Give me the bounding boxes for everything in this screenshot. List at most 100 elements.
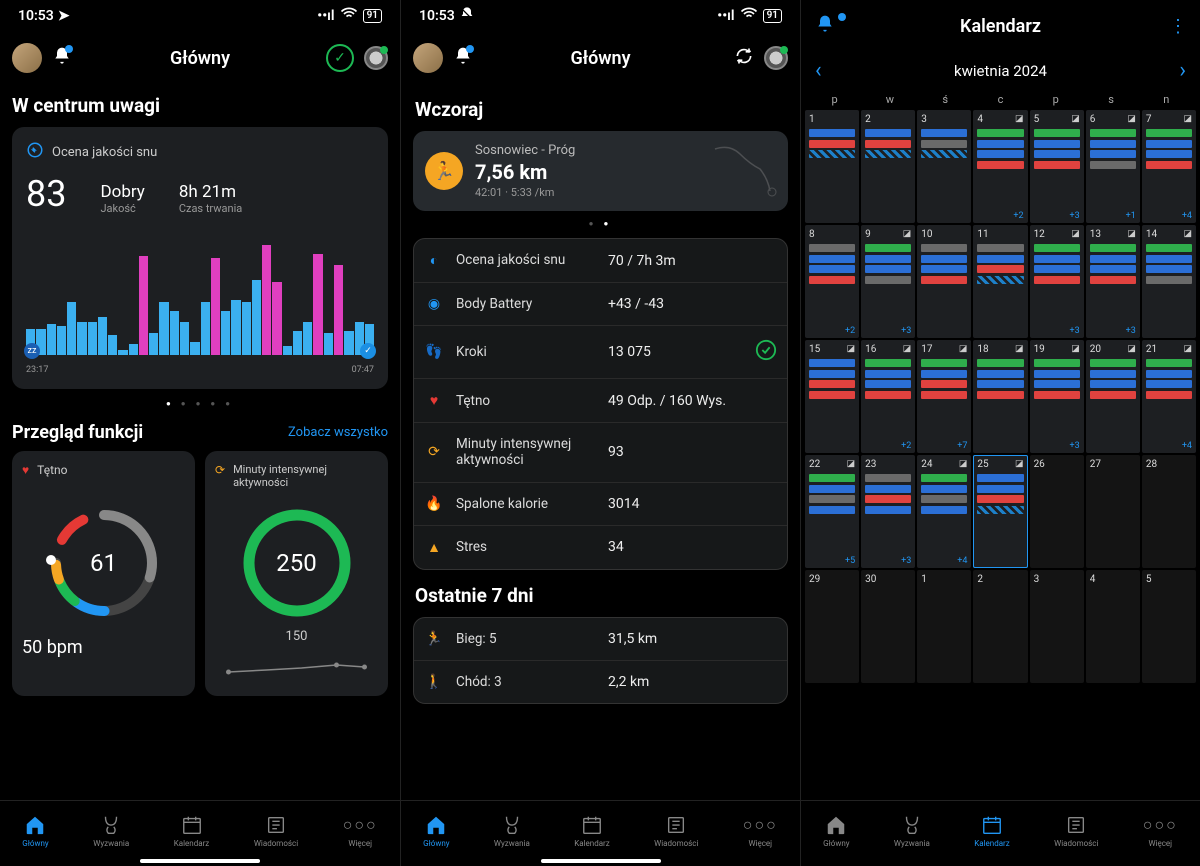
- top-nav: Główny ✓: [0, 32, 400, 84]
- activity-bar: [977, 244, 1023, 252]
- activity-bar: [1034, 380, 1080, 388]
- calendar-day-22[interactable]: 22◪+5: [805, 455, 859, 568]
- calendar-day-28[interactable]: 28: [1142, 455, 1196, 568]
- heart-rate-card[interactable]: ♥ Tętno 61 50 bpm: [12, 451, 195, 696]
- menu-button[interactable]: ⋮: [1156, 16, 1186, 37]
- avatar[interactable]: [12, 43, 42, 73]
- calendar-day-9[interactable]: 9◪+3: [861, 225, 915, 338]
- prev-month-button[interactable]: ‹: [815, 58, 822, 83]
- calendar-day-12[interactable]: 12◪+3: [1030, 225, 1084, 338]
- calendar-day-4[interactable]: 4: [1086, 570, 1140, 683]
- calendar-day-18[interactable]: 18◪: [973, 340, 1027, 453]
- status-time: 10:53: [419, 8, 455, 24]
- activity-bar: [1034, 370, 1080, 378]
- tab-więcej[interactable]: ○○○Więcej: [743, 814, 778, 848]
- calendar-day-5[interactable]: 5◪+3: [1030, 110, 1084, 223]
- avatar[interactable]: [413, 43, 443, 73]
- calendar-day-24[interactable]: 24◪+4: [917, 455, 971, 568]
- sleep-bar: [159, 302, 168, 355]
- calendar-day-23[interactable]: 23+3: [861, 455, 915, 568]
- calendar-day-30[interactable]: 30: [861, 570, 915, 683]
- stat-value: 2,2 km: [608, 674, 649, 690]
- stat-value: 13 075: [608, 344, 651, 360]
- see-all-link[interactable]: Zobacz wszystko: [288, 425, 388, 440]
- tab-kalendarz[interactable]: Kalendarz: [574, 814, 610, 848]
- tab-główny[interactable]: Główny: [823, 814, 849, 848]
- activity-bar: [977, 161, 1023, 169]
- tab-więcej[interactable]: ○○○Więcej: [343, 814, 378, 848]
- stat-label: Minuty intensywnej aktywności: [456, 436, 596, 468]
- activity-bar: [921, 474, 967, 482]
- tab-bar: Główny Wyzwania Kalendarz Wiadomości ○○○Więc…: [801, 800, 1200, 856]
- tab-kalendarz[interactable]: Kalendarz: [974, 814, 1010, 848]
- calendar-day-3[interactable]: 3: [917, 110, 971, 223]
- tab-wyzwania[interactable]: Wyzwania: [93, 814, 129, 848]
- carousel-dots[interactable]: ● ● ● ● ●: [12, 399, 388, 408]
- notifications-button[interactable]: [52, 46, 72, 70]
- stat-row-steps[interactable]: 👣Kroki13 075: [414, 326, 787, 379]
- stat-row-fire[interactable]: 🔥Spalone kalorie3014: [414, 483, 787, 526]
- stat-row-stress[interactable]: ▲Stres34: [414, 526, 787, 569]
- notifications-button[interactable]: [815, 14, 845, 38]
- tab-wyzwania[interactable]: Wyzwania: [894, 814, 930, 848]
- heart-icon: ♥: [22, 463, 29, 477]
- device-button[interactable]: [764, 46, 788, 70]
- calendar-day-21[interactable]: 21◪+4: [1142, 340, 1196, 453]
- calendar-day-1[interactable]: 1: [917, 570, 971, 683]
- calendar-day-20[interactable]: 20◪: [1086, 340, 1140, 453]
- stat-row-intensity[interactable]: ⟳Minuty intensywnej aktywności93: [414, 423, 787, 482]
- next-month-button[interactable]: ›: [1179, 58, 1186, 83]
- home-indicator: [541, 859, 661, 863]
- day-number: 6: [1090, 114, 1096, 125]
- sync-button[interactable]: [734, 46, 754, 70]
- tab-główny[interactable]: Główny: [22, 814, 48, 848]
- calendar-day-29[interactable]: 29: [805, 570, 859, 683]
- tab-kalendarz[interactable]: Kalendarz: [174, 814, 210, 848]
- calendar-day-16[interactable]: 16◪+2: [861, 340, 915, 453]
- activity-card[interactable]: 🏃 Sosnowiec - Próg 7,56 km 42:01 · 5:33 …: [413, 131, 788, 211]
- calendar-day-3[interactable]: 3: [1030, 570, 1084, 683]
- workout-badge-icon: ◪: [959, 344, 968, 354]
- stat-row-sleep[interactable]: ◐Ocena jakości snu70 / 7h 3m: [414, 239, 787, 283]
- sleep-card[interactable]: Ocena jakości snu 83 Dobry Jakość 8h 21m…: [12, 127, 388, 389]
- calendar-day-17[interactable]: 17◪+7: [917, 340, 971, 453]
- calendar-day-2[interactable]: 2: [973, 570, 1027, 683]
- calendar-day-19[interactable]: 19◪+3: [1030, 340, 1084, 453]
- calendar-day-4[interactable]: 4◪+2: [973, 110, 1027, 223]
- tab-więcej[interactable]: ○○○Więcej: [1143, 814, 1178, 848]
- calendar-day-14[interactable]: 14◪: [1142, 225, 1196, 338]
- carousel-dots[interactable]: ● ●: [413, 219, 788, 228]
- calendar-day-25[interactable]: 25◪: [973, 455, 1027, 568]
- stat-row-battery[interactable]: ◉Body Battery+43 / -43: [414, 283, 787, 326]
- hr-card-title: Tętno: [37, 463, 67, 477]
- calendar-day-26[interactable]: 26: [1030, 455, 1084, 568]
- calendar-day-13[interactable]: 13◪+3: [1086, 225, 1140, 338]
- device-button[interactable]: [364, 46, 388, 70]
- tab-wyzwania[interactable]: Wyzwania: [494, 814, 530, 848]
- tab-wiadomości[interactable]: Wiadomości: [654, 814, 698, 848]
- stat-row-heart[interactable]: ♥Tętno49 Odp. / 160 Wys.: [414, 379, 787, 423]
- calendar-day-27[interactable]: 27: [1086, 455, 1140, 568]
- last7-row-walk[interactable]: 🚶Chód: 32,2 km: [414, 661, 787, 703]
- sync-ok-icon[interactable]: ✓: [326, 44, 354, 72]
- sleep-bar: [252, 280, 261, 355]
- tab-wiadomości[interactable]: Wiadomości: [1054, 814, 1098, 848]
- notifications-button[interactable]: [453, 46, 473, 70]
- calendar-day-7[interactable]: 7◪+4: [1142, 110, 1196, 223]
- day-number: 22: [809, 459, 820, 470]
- page-title: Główny: [503, 48, 698, 69]
- calendar-day-1[interactable]: 1: [805, 110, 859, 223]
- calendar-day-8[interactable]: 8+2: [805, 225, 859, 338]
- tab-główny[interactable]: Główny: [423, 814, 449, 848]
- calendar-day-15[interactable]: 15◪: [805, 340, 859, 453]
- tab-bar: Główny Wyzwania Kalendarz Wiadomości ○○○Więc…: [401, 800, 800, 856]
- calendar-day-6[interactable]: 6◪+1: [1086, 110, 1140, 223]
- calendar-day-5[interactable]: 5: [1142, 570, 1196, 683]
- intensity-card[interactable]: ⟳ Minuty intensywnej aktywności 250 150: [205, 451, 388, 696]
- last7-row-run[interactable]: 🏃Bieg: 531,5 km: [414, 618, 787, 661]
- calendar-day-11[interactable]: 11: [973, 225, 1027, 338]
- tab-wiadomości[interactable]: Wiadomości: [254, 814, 298, 848]
- calendar-day-10[interactable]: 10: [917, 225, 971, 338]
- activity-bar: [809, 276, 855, 284]
- calendar-day-2[interactable]: 2: [861, 110, 915, 223]
